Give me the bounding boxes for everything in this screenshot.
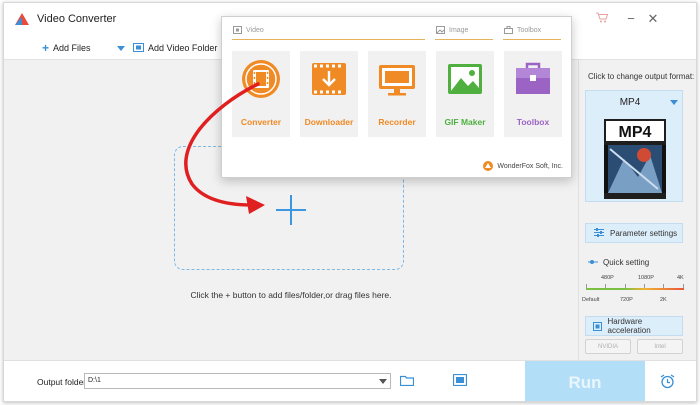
gif-maker-label: GIF Maker — [444, 117, 486, 127]
quality-label-2k: 2K — [660, 297, 667, 303]
run-button[interactable]: Run — [525, 361, 645, 401]
app-window: Video Converter − ✕ + Add Files Add Vide… — [3, 2, 697, 402]
quality-label-1080p: 1080P — [638, 275, 654, 281]
add-plus-icon-vertical[interactable] — [290, 195, 292, 225]
converter-tile[interactable]: Converter — [232, 51, 290, 137]
toolbox-section-header: Toolbox — [504, 26, 541, 34]
video-section-label: Video — [246, 26, 264, 34]
output-panel: Click to change output format: MP4 MP4 P… — [578, 60, 696, 360]
drop-hint: Click the + button to add files/folder,o… — [190, 290, 392, 300]
add-video-folder-label: Add Video Folder — [148, 43, 218, 53]
nvidia-label: NVIDIA — [597, 343, 618, 350]
film-reel-icon — [242, 60, 280, 98]
chip-icon — [593, 321, 602, 331]
nvidia-option[interactable]: NVIDIA — [585, 339, 631, 354]
image-section-underline — [435, 39, 493, 40]
hardware-acceleration-label: Hardware acceleration — [607, 317, 651, 335]
intel-label: Intel — [654, 343, 666, 350]
add-files-label: Add Files — [53, 43, 91, 53]
slider-tick — [644, 284, 645, 288]
add-files-dropdown[interactable] — [117, 40, 125, 56]
gif-maker-tile[interactable]: GIF Maker — [436, 51, 494, 137]
slider-tick — [683, 284, 684, 288]
quality-label-4k: 4K — [677, 275, 684, 281]
download-icon — [312, 63, 346, 95]
recorder-label: Recorder — [378, 117, 416, 127]
open-output-icon[interactable] — [452, 373, 468, 388]
intel-option[interactable]: Intel — [637, 339, 683, 354]
toolbox-section-label: Toolbox — [517, 26, 542, 34]
format-name: MP4 — [619, 97, 641, 108]
output-folder-label: Output folder: — [37, 377, 89, 387]
image-section-header: Image — [436, 26, 468, 34]
video-section-icon — [233, 26, 242, 34]
chevron-down-icon — [670, 100, 678, 105]
add-files-button[interactable]: + Add Files — [42, 40, 91, 56]
output-format-selector[interactable]: MP4 MP4 — [585, 90, 683, 202]
quality-label-720p: 720P — [620, 297, 633, 303]
change-format-label: Click to change output format: — [588, 72, 695, 81]
wonderfox-logo-icon — [483, 161, 494, 171]
toolbox-section-icon — [504, 26, 513, 34]
open-folder-icon[interactable] — [399, 374, 415, 388]
add-video-folder-button[interactable]: Add Video Folder — [133, 40, 217, 56]
slider-tick — [586, 284, 587, 288]
video-section-underline — [232, 39, 425, 40]
mp4-format-icon: MP4 — [604, 119, 666, 199]
toolbox-icon — [516, 62, 550, 94]
chevron-down-icon — [117, 45, 125, 51]
brand-credit: WonderFox Soft, Inc. — [483, 161, 563, 171]
converter-label: Converter — [240, 117, 282, 127]
app-logo-icon — [15, 13, 29, 25]
chevron-down-icon[interactable] — [379, 379, 387, 384]
window-title: Video Converter — [37, 13, 117, 25]
toolbox-tile[interactable]: Toolbox — [504, 51, 562, 137]
sliders-icon — [594, 227, 604, 239]
downloader-label: Downloader — [304, 117, 354, 127]
parameter-settings-label: Parameter settings — [610, 228, 678, 238]
quick-setting-row: Quick setting — [588, 258, 649, 267]
mp4-thumb-text: MP4 — [619, 124, 652, 141]
feature-menu-popup: Video Image Toolbox Converter Downloader… — [221, 16, 572, 178]
toolbox-label: Toolbox — [516, 117, 550, 127]
output-folder-value: D:\1 — [88, 377, 101, 384]
downloader-tile[interactable]: Downloader — [300, 51, 358, 137]
image-section-label: Image — [449, 26, 469, 34]
quick-setting-icon — [588, 258, 598, 267]
output-folder-field[interactable]: D:\1 — [84, 373, 391, 389]
quality-label-default: Default — [582, 297, 600, 303]
bottom-bar: Output folder: D:\1 Run — [4, 360, 696, 401]
slider-tick — [605, 284, 606, 288]
quality-slider[interactable] — [586, 288, 684, 290]
quality-label-480p: 480P — [601, 275, 614, 281]
monitor-record-icon — [379, 65, 415, 96]
image-section-icon — [436, 26, 445, 34]
recorder-tile[interactable]: Recorder — [368, 51, 426, 137]
close-button[interactable]: ✕ — [640, 9, 666, 29]
plus-icon: + — [42, 41, 50, 55]
cart-icon[interactable] — [589, 9, 615, 29]
video-section-header: Video — [233, 26, 264, 34]
slider-tick — [625, 284, 626, 288]
alarm-clock-icon[interactable] — [660, 374, 675, 391]
slider-tick — [663, 284, 664, 288]
brand-label: WonderFox Soft, Inc. — [497, 162, 563, 170]
folder-icon — [133, 42, 144, 54]
image-icon — [448, 64, 482, 94]
parameter-settings-button[interactable]: Parameter settings — [585, 223, 683, 243]
quick-setting-label: Quick setting — [603, 258, 650, 267]
toolbox-section-underline — [503, 39, 561, 40]
hardware-acceleration-button[interactable]: Hardware acceleration — [585, 316, 683, 336]
